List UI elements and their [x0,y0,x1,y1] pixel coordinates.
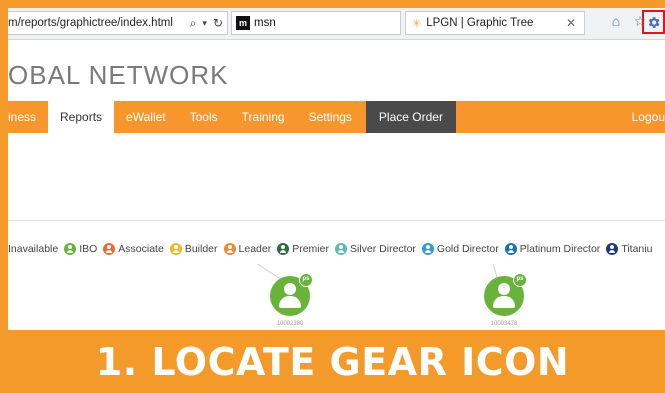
lpgn-favicon-icon: ✳ [412,17,422,30]
user-icon [103,243,116,255]
nav-item-business[interactable]: iness [8,101,48,133]
site-logo-text: OBAL NETWORK [8,60,229,90]
legend-label: Inavailable [8,243,59,255]
tree-node[interactable]: ps [484,273,527,316]
user-icon [169,243,182,255]
node-id-label: 10003478 [490,321,518,327]
legend-item-silver-director: Silver Director [334,243,416,255]
legend-label: Associate [118,243,164,255]
instruction-banner: 1. LOCATE GEAR ICON [0,330,665,393]
gear-icon[interactable] [646,15,661,30]
legend-item-associate: Associate [103,243,164,255]
main-nav: iness Reports eWallet Tools Training Set… [8,101,665,133]
user-icon [223,243,236,255]
address-text: m/reports/graphictree/index.html [8,17,173,29]
nav-item-settings[interactable]: Settings [297,101,364,133]
user-icon [64,243,77,255]
legend-label: Leader [238,243,272,255]
nav-item-reports[interactable]: Reports [48,101,115,133]
address-tools: ⌕ ▾ ↻ [190,16,223,31]
refresh-icon[interactable]: ↻ [213,16,223,31]
nav-item-tools[interactable]: Tools [178,101,230,133]
legend-label: Titaniu [621,243,653,255]
nav-item-ewallet[interactable]: eWallet [114,101,178,133]
legend-label: Platinum Director [519,243,601,255]
user-icon [606,243,619,255]
nav-item-training[interactable]: Training [230,101,297,133]
legend-label: Gold Director [436,243,499,255]
address-bar[interactable]: m/reports/graphictree/index.html ⌕ ▾ ↻ [8,11,228,35]
legend-item-platinum-director: Platinum Director [504,243,601,255]
legend-label: Premier [292,243,329,255]
place-order-button[interactable]: Place Order [365,101,456,133]
tab-msn[interactable]: m msn [231,11,401,35]
browser-toolbar: m/reports/graphictree/index.html ⌕ ▾ ↻ m… [8,8,665,40]
legend-label: IBO [79,243,98,255]
user-icon [504,243,517,255]
tab-msn-label: msn [254,17,276,29]
legend-item-builder: Builder [169,243,218,255]
dropdown-arrow-icon[interactable]: ▾ [202,16,207,31]
user-icon [277,243,290,255]
tab-lpgn-label: LPGN | Graphic Tree [426,17,534,29]
user-icon [334,243,347,255]
logout-link[interactable]: Logou [632,101,665,133]
rank-legend: Inavailable IBO Associate Builder Leader… [8,241,658,257]
tree-connectors [257,263,501,289]
msn-logo-icon: m [236,16,250,30]
legend-item-premier: Premier [277,243,329,255]
tab-lpgn-graphic-tree[interactable]: ✳ LPGN | Graphic Tree ✕ [405,11,585,35]
legend-item-titanium: Titaniu [606,243,652,255]
instruction-text: 1. LOCATE GEAR ICON [95,339,570,384]
node-id-label: 10002380 [276,321,304,327]
gear-icon-highlight[interactable] [642,10,665,34]
legend-label: Silver Director [349,243,416,255]
user-icon [421,243,434,255]
tree-node[interactable]: ps [270,273,313,316]
legend-label: Builder [184,243,218,255]
close-tab-icon[interactable]: ✕ [566,16,576,30]
divider [8,220,665,221]
ps-badge: ps [513,273,527,287]
legend-item-leader: Leader [223,243,272,255]
search-icon[interactable]: ⌕ [190,16,197,31]
ps-badge: ps [299,273,313,287]
home-icon[interactable]: ⌂ [608,13,624,29]
legend-item-unavailable: Inavailable [8,243,58,255]
legend-item-gold-director: Gold Director [421,243,499,255]
legend-item-ibo: IBO [64,243,97,255]
